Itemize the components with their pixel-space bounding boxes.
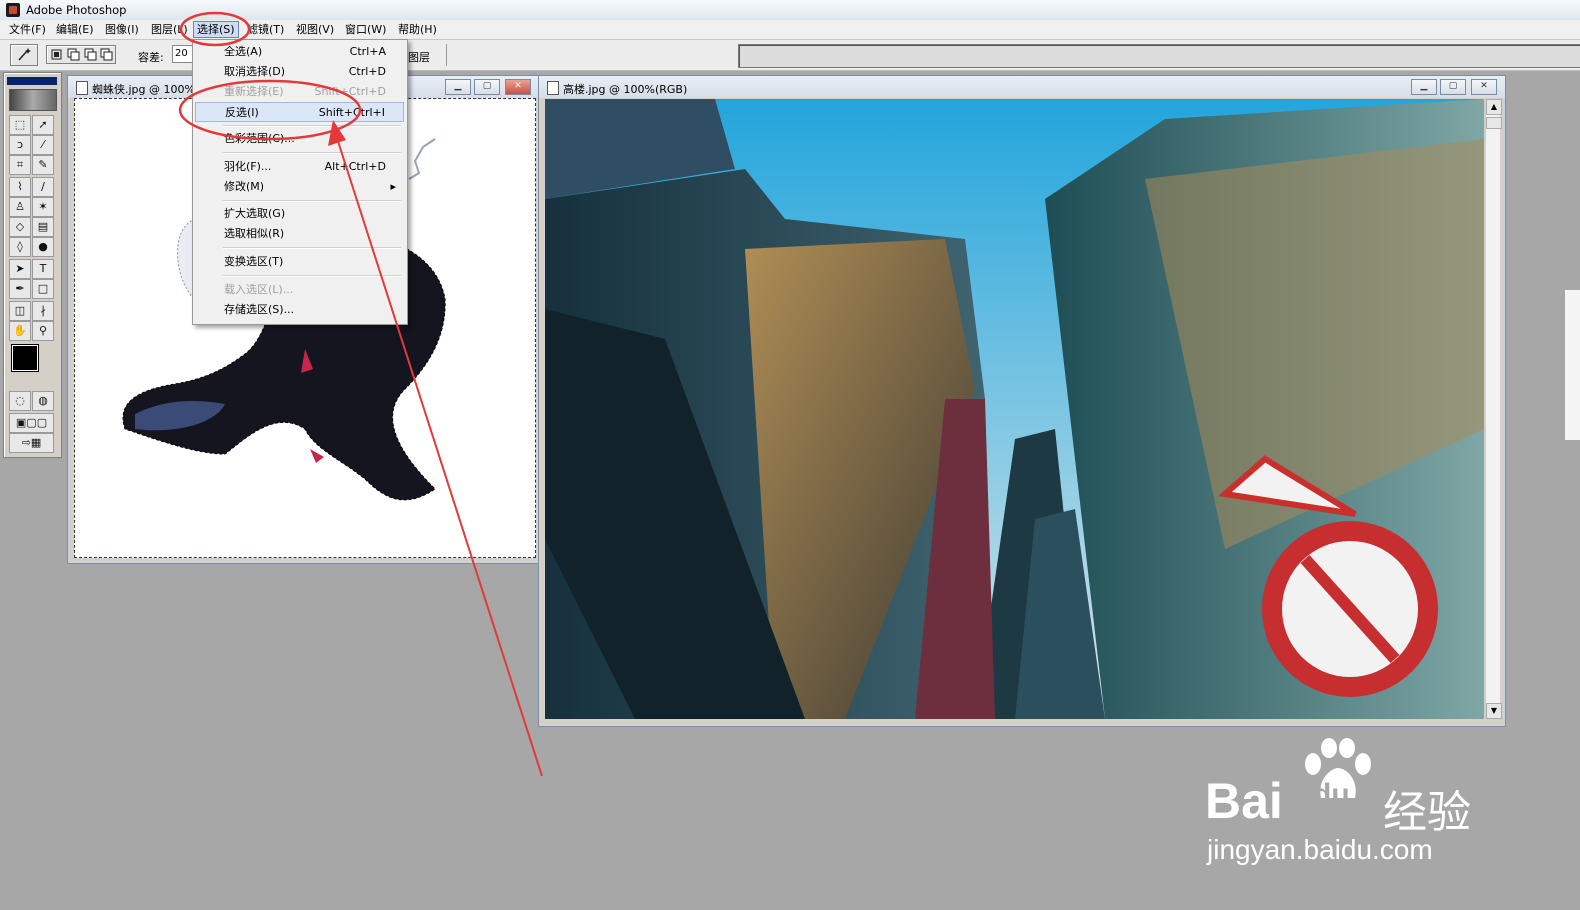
annotation-circle-menu	[179, 11, 251, 47]
watermark-brand: Bai	[1205, 773, 1283, 829]
baidu-jingyan-watermark: Bai du 经验 jingyan.baidu.com	[1205, 738, 1495, 868]
watermark-suffix: 经验	[1383, 787, 1471, 838]
annotation-arrow-line	[334, 131, 543, 777]
watermark-url: jingyan.baidu.com	[1207, 834, 1433, 865]
watermark-brand-du: du	[1313, 778, 1350, 811]
annotation-arrow-head	[328, 120, 346, 146]
